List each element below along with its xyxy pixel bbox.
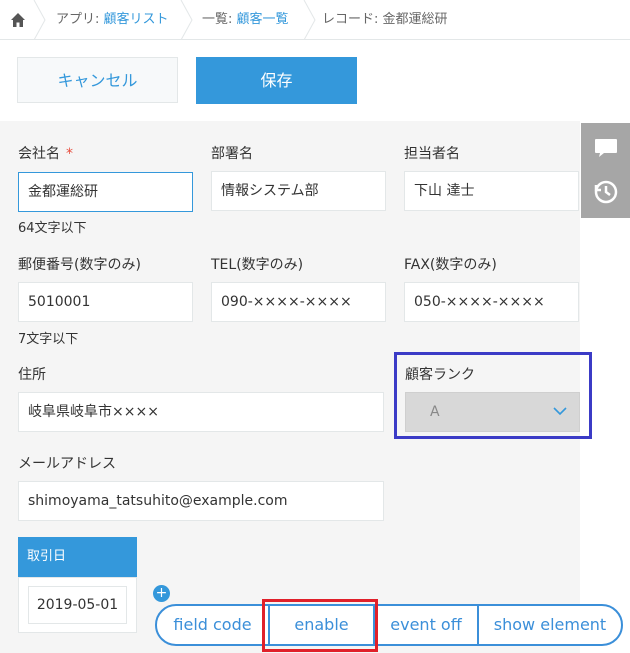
email-label: メールアドレス [18, 456, 116, 472]
history-icon[interactable] [593, 179, 619, 205]
postal-hint: 7文字以下 [18, 332, 79, 347]
side-panel [581, 123, 630, 218]
required-mark: * [66, 146, 73, 162]
address-input[interactable]: 岐阜県岐阜市×××× [18, 392, 384, 432]
tel-input[interactable]: 090-××××-×××× [211, 282, 386, 322]
tel-label: TEL(数字のみ) [211, 257, 304, 273]
plugin-toolbar: field code enable event off show element [155, 604, 623, 646]
breadcrumb-list[interactable]: 一覧: 顧客一覧 [202, 0, 289, 40]
enable-highlight-box [262, 599, 378, 652]
home-icon[interactable] [10, 12, 26, 28]
fax-input[interactable]: 050-××××-×××× [404, 282, 579, 322]
breadcrumb-separator-icon [33, 0, 46, 40]
company-input[interactable]: 金都運総研 [18, 172, 193, 212]
breadcrumb-list-prefix: 一覧: [202, 12, 237, 27]
trade-date-header: 取引日 [18, 537, 137, 577]
rank-label: 顧客ランク [405, 367, 475, 383]
field-code-button[interactable]: field code [157, 606, 268, 644]
comment-icon[interactable] [593, 135, 619, 161]
person-label: 担当者名 [404, 146, 460, 162]
breadcrumb-record: レコード: 金都運総研 [322, 12, 448, 27]
postal-label: 郵便番号(数字のみ) [18, 257, 141, 273]
address-label: 住所 [18, 367, 46, 383]
trade-date-input[interactable]: 2019-05-01 [28, 586, 127, 624]
rank-select[interactable]: A [405, 392, 580, 432]
save-button[interactable]: 保存 [196, 57, 357, 104]
company-hint: 64文字以下 [18, 221, 87, 236]
person-input[interactable]: 下山 達士 [404, 171, 579, 211]
chevron-down-icon [553, 407, 567, 416]
breadcrumb-app-prefix: アプリ: [56, 12, 104, 27]
breadcrumb-separator-icon [303, 0, 316, 40]
event-off-button[interactable]: event off [375, 606, 477, 644]
breadcrumb-app-link[interactable]: 顧客リスト [104, 12, 169, 27]
add-row-button[interactable]: + [153, 585, 170, 602]
department-label: 部署名 [211, 146, 253, 162]
record-toolbar: キャンセル 保存 [0, 41, 630, 119]
breadcrumb-list-link[interactable]: 顧客一覧 [237, 12, 289, 27]
postal-input[interactable]: 5010001 [18, 282, 193, 322]
rank-select-value: A [430, 404, 440, 420]
fax-label: FAX(数字のみ) [404, 257, 497, 273]
breadcrumb: アプリ: 顧客リスト 一覧: 顧客一覧 レコード: 金都運総研 [0, 0, 630, 40]
department-input[interactable]: 情報システム部 [211, 171, 386, 211]
cancel-button[interactable]: キャンセル [17, 57, 178, 103]
company-label-text: 会社名 [18, 146, 60, 162]
email-input[interactable]: shimoyama_tatsuhito@example.com [18, 481, 384, 521]
breadcrumb-app[interactable]: アプリ: 顧客リスト [56, 0, 169, 40]
show-element-button[interactable]: show element [479, 606, 621, 644]
subtable-row: 2019-05-01 [18, 577, 137, 633]
company-label: 会社名 * [18, 143, 73, 163]
breadcrumb-separator-icon [180, 0, 193, 40]
